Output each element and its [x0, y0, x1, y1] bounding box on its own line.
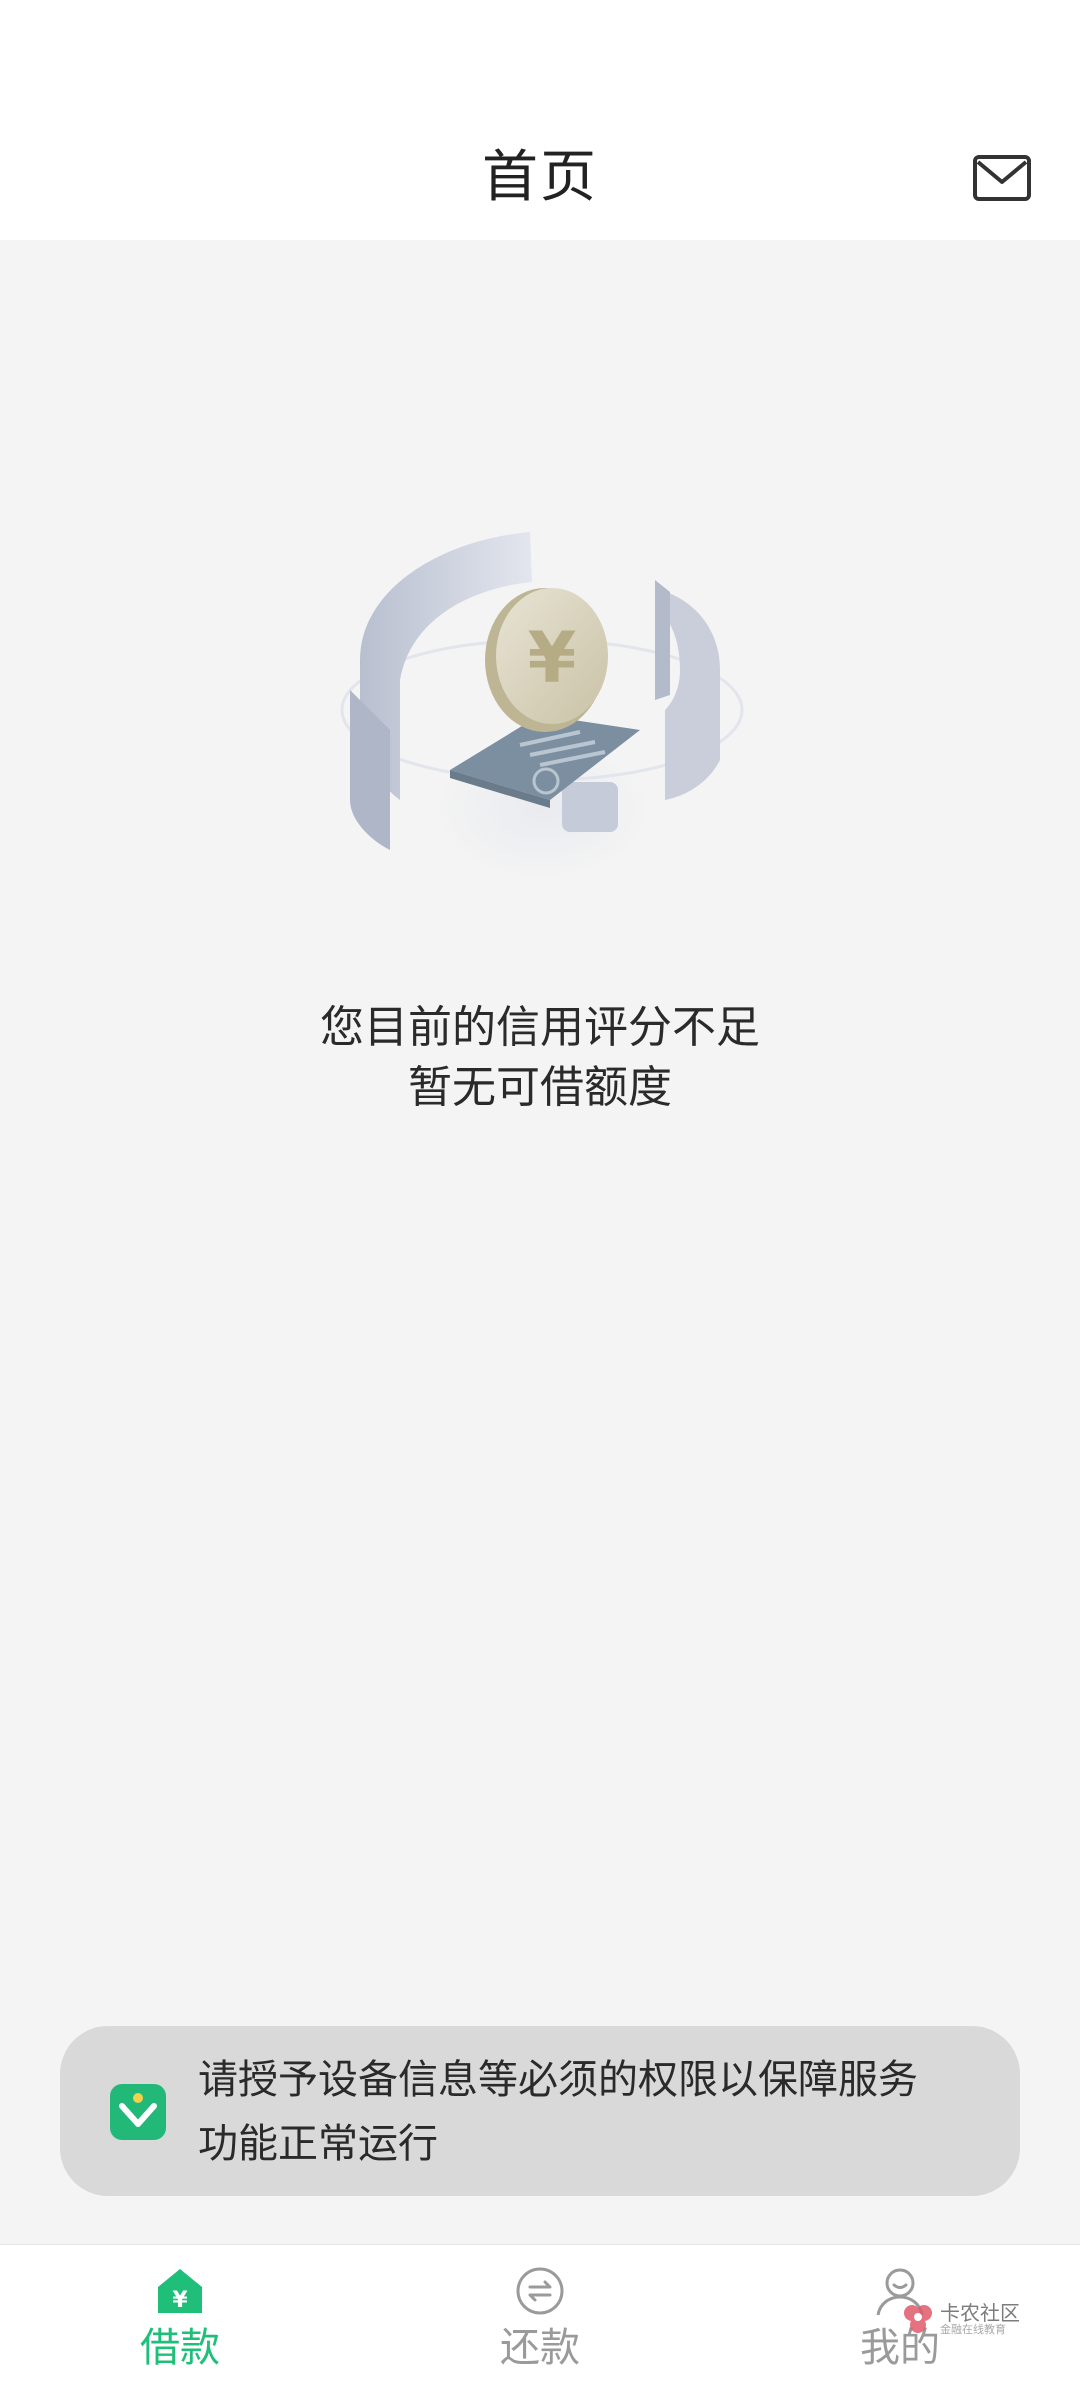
shield-check-icon	[110, 2084, 166, 2140]
empty-state-message: 您目前的信用评分不足 暂无可借额度	[0, 998, 1080, 1118]
mail-button[interactable]	[972, 154, 1032, 202]
toast-text: 请授予设备信息等必须的权限以保障服务 功能正常运行	[198, 2048, 998, 2176]
watermark-subtitle: 金融在线教育	[940, 2323, 1006, 2336]
credit-coin-illustration: ¥	[340, 532, 744, 880]
nav-item-repay[interactable]: 还款	[440, 2265, 640, 2385]
toast-line-2: 功能正常运行	[198, 2121, 438, 2167]
svg-text:¥: ¥	[172, 2288, 188, 2313]
svg-text:¥: ¥	[528, 617, 577, 699]
envelope-icon	[973, 155, 1031, 201]
nav-label-repay: 还款	[500, 2325, 580, 2371]
message-line-2: 暂无可借额度	[408, 1062, 672, 1113]
page-title: 首页	[482, 145, 598, 210]
top-header: 首页	[0, 0, 1080, 240]
bottom-nav: ¥ 借款 还款 我的 卡农社区 金融在线教育	[0, 2244, 1080, 2389]
permission-toast: 请授予设备信息等必须的权限以保障服务 功能正常运行	[60, 2026, 1020, 2196]
flower-logo-icon	[904, 2305, 932, 2333]
nav-label-loan: 借款	[140, 2325, 220, 2371]
nav-item-loan[interactable]: ¥ 借款	[80, 2265, 280, 2385]
watermark-logo: 卡农社区 金融在线教育	[900, 2297, 1030, 2341]
exchange-circle-icon	[516, 2267, 564, 2315]
message-line-1: 您目前的信用评分不足	[320, 1002, 760, 1053]
toast-line-1: 请授予设备信息等必须的权限以保障服务	[198, 2057, 918, 2103]
credit-illustration: ¥	[320, 510, 760, 910]
home-yuan-icon: ¥	[158, 2269, 202, 2313]
